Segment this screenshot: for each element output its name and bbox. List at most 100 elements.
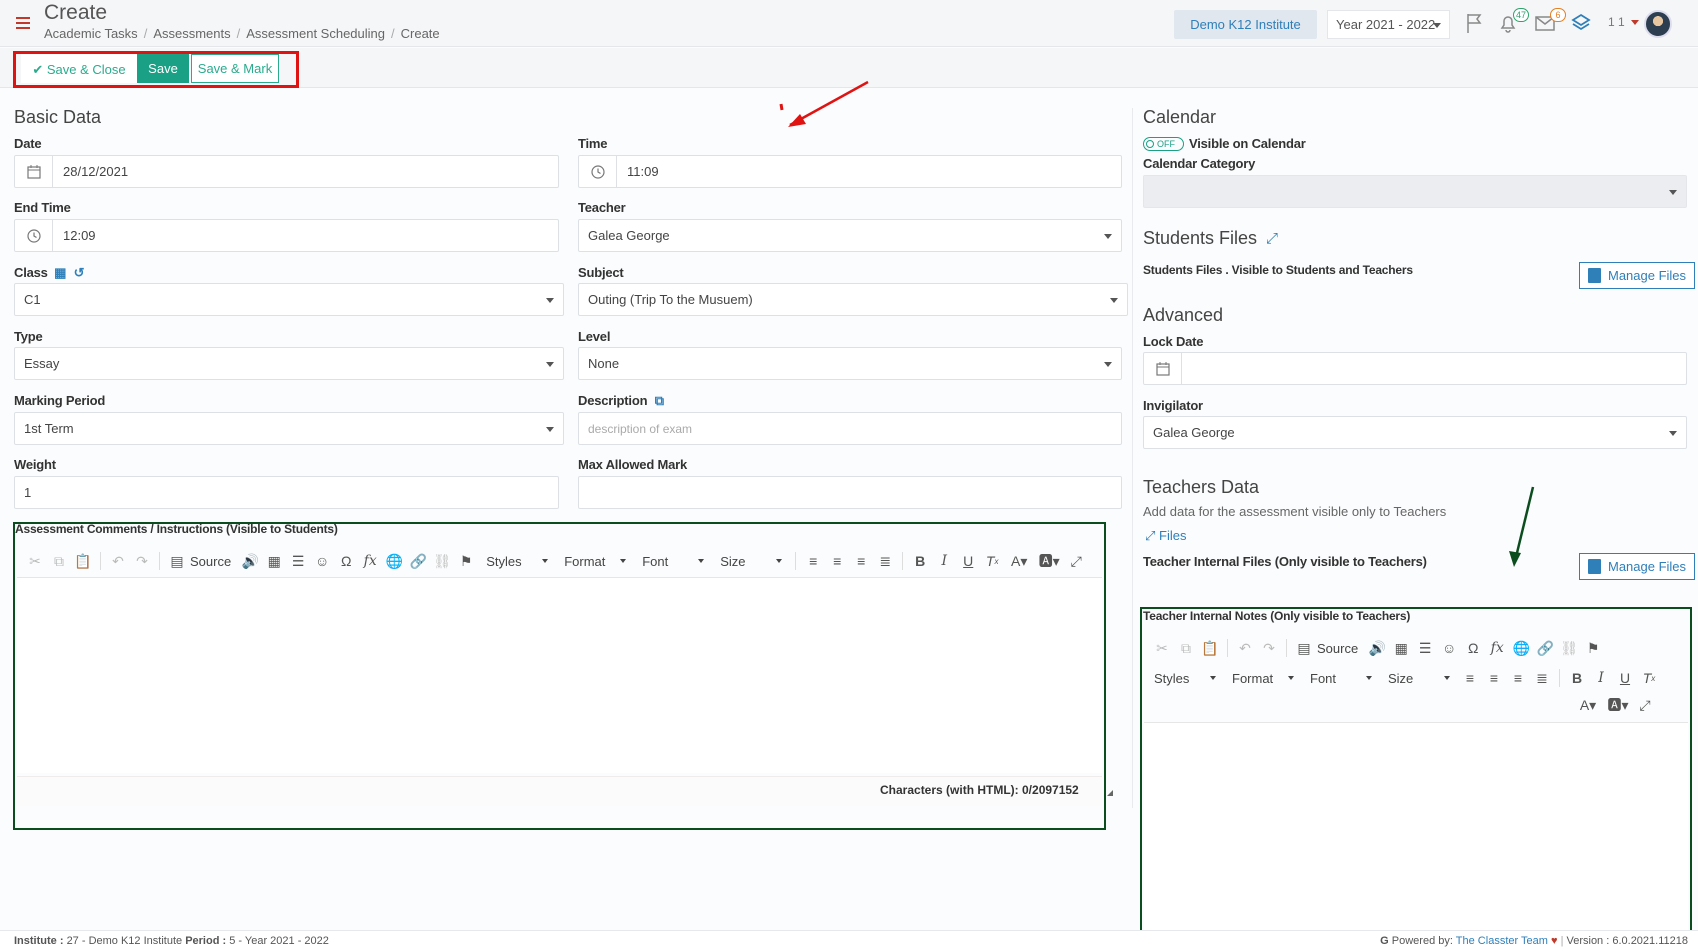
- history-icon[interactable]: ↺: [74, 265, 85, 280]
- format-dropdown[interactable]: Format: [1225, 666, 1301, 690]
- align-center-icon[interactable]: ≡: [1483, 667, 1505, 689]
- copy-icon[interactable]: ⧉: [1175, 637, 1197, 659]
- styles-dropdown[interactable]: Styles: [479, 549, 555, 573]
- source-button[interactable]: Source: [190, 554, 231, 569]
- comments-editor-body[interactable]: [17, 578, 1102, 773]
- end-time-field[interactable]: 12:09: [14, 219, 559, 252]
- align-justify-icon[interactable]: ≣: [874, 550, 896, 572]
- time-field[interactable]: 11:09: [578, 155, 1122, 188]
- bell-icon[interactable]: 47: [1497, 8, 1529, 34]
- max-mark-input[interactable]: [578, 476, 1122, 509]
- table-icon[interactable]: ▦: [263, 550, 285, 572]
- horizontal-line-icon[interactable]: ☰: [1414, 637, 1436, 659]
- horizontal-line-icon[interactable]: ☰: [287, 550, 309, 572]
- table-icon[interactable]: ▦: [1390, 637, 1412, 659]
- speaker-icon[interactable]: 🔊: [239, 550, 261, 572]
- undo-icon[interactable]: ↶: [107, 550, 129, 572]
- italic-icon[interactable]: I: [1590, 667, 1612, 689]
- source-button[interactable]: Source: [1317, 641, 1358, 656]
- redo-icon[interactable]: ↷: [1258, 637, 1280, 659]
- globe-icon[interactable]: 🌐: [1510, 637, 1532, 659]
- resize-handle-icon[interactable]: [1107, 790, 1113, 796]
- institute-selector[interactable]: Demo K12 Institute: [1174, 10, 1317, 39]
- class-select[interactable]: C1: [14, 283, 564, 316]
- breadcrumb-item[interactable]: Academic Tasks: [44, 26, 138, 41]
- menu-icon[interactable]: [16, 17, 30, 29]
- description-input[interactable]: description of exam: [578, 412, 1122, 445]
- teacher-select[interactable]: Galea George: [578, 219, 1122, 252]
- formula-icon[interactable]: fx: [1486, 637, 1508, 659]
- lock-date-field[interactable]: [1143, 352, 1687, 385]
- underline-icon[interactable]: U: [1614, 667, 1636, 689]
- undo-icon[interactable]: ↶: [1234, 637, 1256, 659]
- bold-icon[interactable]: B: [909, 550, 931, 572]
- calendar-icon[interactable]: [15, 156, 53, 187]
- align-right-icon[interactable]: ≡: [1507, 667, 1529, 689]
- save-button[interactable]: Save: [137, 54, 189, 83]
- teacher-notes-body[interactable]: [1144, 723, 1688, 930]
- underline-icon[interactable]: U: [957, 550, 979, 572]
- unlink-icon[interactable]: ⛓: [1558, 637, 1580, 659]
- align-left-icon[interactable]: ≡: [802, 550, 824, 572]
- size-dropdown[interactable]: Size: [713, 549, 789, 573]
- text-color-icon[interactable]: A▾: [1574, 694, 1602, 716]
- clock-icon[interactable]: [579, 156, 617, 187]
- calendar-icon[interactable]: [1144, 353, 1182, 384]
- formula-icon[interactable]: fx: [359, 550, 381, 572]
- calendar-toggle[interactable]: OFF: [1143, 137, 1184, 151]
- teacher-manage-files-button[interactable]: Manage Files: [1579, 553, 1696, 580]
- smiley-icon[interactable]: ☺: [1438, 637, 1460, 659]
- background-color-icon[interactable]: 🅰▾: [1604, 694, 1632, 716]
- cut-icon[interactable]: ✂: [24, 550, 46, 572]
- format-dropdown[interactable]: Format: [557, 549, 633, 573]
- link-icon[interactable]: 🔗: [407, 550, 429, 572]
- avatar[interactable]: [1644, 10, 1672, 38]
- breadcrumb-item[interactable]: Assessment Scheduling: [246, 26, 385, 41]
- copy-icon[interactable]: ⧉: [48, 550, 70, 572]
- omega-icon[interactable]: Ω: [1462, 637, 1484, 659]
- bold-icon[interactable]: B: [1566, 667, 1588, 689]
- paste-icon[interactable]: 📋: [72, 550, 94, 572]
- paste-icon[interactable]: 📋: [1199, 637, 1221, 659]
- type-select[interactable]: Essay: [14, 347, 564, 380]
- align-left-icon[interactable]: ≡: [1459, 667, 1481, 689]
- subject-select[interactable]: Outing (Trip To the Musuem): [578, 283, 1128, 316]
- clock-icon[interactable]: [15, 220, 53, 251]
- font-dropdown[interactable]: Font: [635, 549, 711, 573]
- marking-period-select[interactable]: 1st Term: [14, 412, 564, 445]
- date-field[interactable]: 28/12/2021: [14, 155, 559, 188]
- expand-icon[interactable]: ⤢: [1266, 230, 1278, 247]
- invigilator-select[interactable]: Galea George: [1143, 416, 1687, 449]
- calendar-category-select[interactable]: [1143, 175, 1687, 208]
- flag-icon[interactable]: ⚑: [455, 550, 477, 572]
- align-right-icon[interactable]: ≡: [850, 550, 872, 572]
- clear-format-icon[interactable]: Tx: [1638, 667, 1660, 689]
- link-icon[interactable]: 🔗: [1534, 637, 1556, 659]
- size-dropdown[interactable]: Size: [1381, 666, 1457, 690]
- italic-icon[interactable]: I: [933, 550, 955, 572]
- smiley-icon[interactable]: ☺: [311, 550, 333, 572]
- styles-dropdown[interactable]: Styles: [1147, 666, 1223, 690]
- font-dropdown[interactable]: Font: [1303, 666, 1379, 690]
- envelope-icon[interactable]: 6: [1534, 8, 1566, 34]
- omega-icon[interactable]: Ω: [335, 550, 357, 572]
- classter-team-link[interactable]: The Classter Team: [1456, 935, 1548, 947]
- flag-icon[interactable]: [1464, 12, 1486, 34]
- globe-icon[interactable]: 🌐: [383, 550, 405, 572]
- year-selector[interactable]: Year 2021 - 2022: [1327, 10, 1450, 39]
- flag-icon[interactable]: ⚑: [1582, 637, 1604, 659]
- copy-icon[interactable]: ⧉: [655, 393, 664, 408]
- user-count[interactable]: 1 1: [1608, 15, 1625, 29]
- level-select[interactable]: None: [578, 347, 1122, 380]
- save-mark-button[interactable]: Save & Mark: [191, 54, 279, 83]
- students-manage-files-button[interactable]: Manage Files: [1579, 262, 1696, 289]
- files-link[interactable]: ⤢ Files: [1145, 528, 1186, 544]
- unlink-icon[interactable]: ⛓: [431, 550, 453, 572]
- clear-format-icon[interactable]: Tx: [981, 550, 1003, 572]
- cut-icon[interactable]: ✂: [1151, 637, 1173, 659]
- redo-icon[interactable]: ↷: [131, 550, 153, 572]
- speaker-icon[interactable]: 🔊: [1366, 637, 1388, 659]
- background-color-icon[interactable]: 🅰▾: [1035, 550, 1063, 572]
- align-center-icon[interactable]: ≡: [826, 550, 848, 572]
- chevron-down-icon[interactable]: [1631, 20, 1639, 25]
